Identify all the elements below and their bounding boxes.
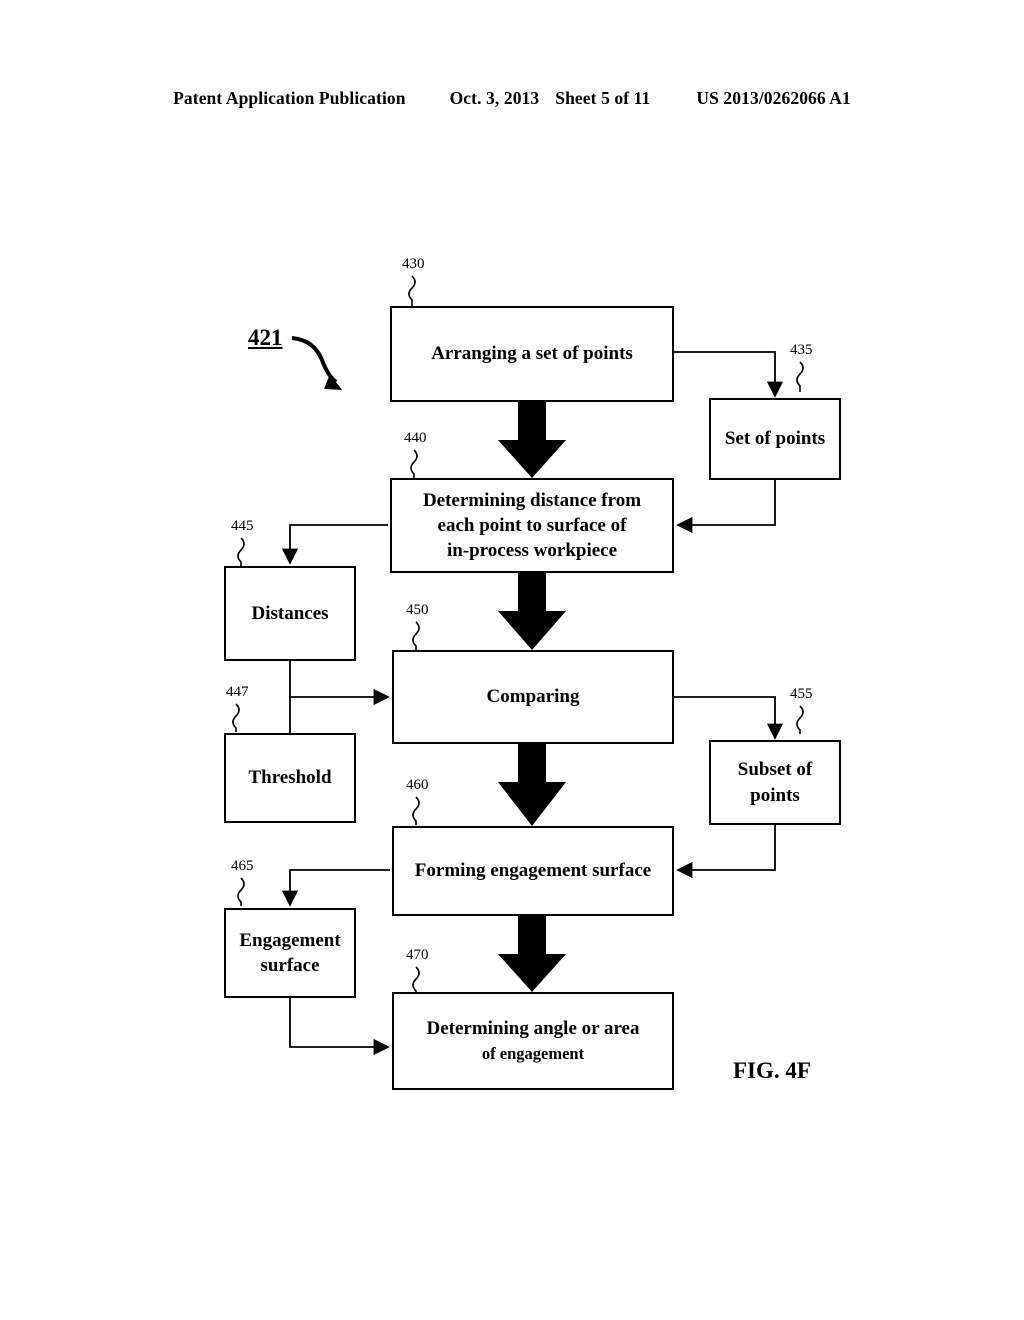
node-label: Engagement surface — [239, 928, 340, 979]
ref-455: 455 — [790, 686, 813, 702]
ref-450: 450 — [406, 602, 429, 618]
ref-421: 421 — [248, 325, 283, 350]
node-label-line2: of engagement — [481, 1044, 585, 1063]
node-label: Arranging a set of points — [431, 343, 633, 365]
node-label-line1: Determining angle or area — [426, 1017, 640, 1039]
ref-445: 445 — [231, 518, 254, 534]
flowchart-diagram: 421 430 435 440 445 450 447 455 460 465 … — [0, 0, 1024, 1320]
node-comparing: Comparing — [392, 650, 674, 744]
node-label: Forming engagement surface — [414, 860, 652, 882]
node-label-line1: Determining distance from — [422, 489, 642, 511]
node-label-line2: points — [750, 784, 800, 806]
node-label: Determining distance from each point to … — [423, 488, 641, 564]
node-label: Determining angle or area of engagement — [426, 1016, 639, 1067]
node-label: Comparing — [486, 686, 580, 708]
ref-460: 460 — [406, 777, 429, 793]
node-label-line2: each point to surface of — [437, 514, 627, 536]
node-forming-engagement-surface: Forming engagement surface — [392, 826, 674, 916]
node-distances: Distances — [224, 566, 356, 661]
ref-430: 430 — [402, 256, 425, 272]
ref-440: 440 — [404, 430, 427, 446]
node-label: Subset of points — [738, 757, 812, 808]
node-arranging-a-set-of-points: Arranging a set of points — [390, 306, 674, 402]
node-label-line1: Subset of — [737, 759, 813, 781]
node-determining-distance: Determining distance from each point to … — [390, 478, 674, 573]
node-set-of-points: Set of points — [709, 398, 841, 480]
node-label-line2: surface — [260, 955, 320, 976]
node-determining-angle-or-area: Determining angle or area of engagement — [392, 992, 674, 1090]
figure-label: FIG. 4F — [733, 1058, 811, 1083]
node-label: Threshold — [248, 767, 332, 789]
ref-465: 465 — [231, 858, 254, 874]
node-label-line3: in-process workpiece — [446, 540, 618, 562]
node-label-line1: Engagement — [239, 929, 341, 951]
node-subset-of-points: Subset of points — [709, 740, 841, 825]
node-label: Set of points — [724, 428, 826, 450]
node-threshold: Threshold — [224, 733, 356, 823]
ref-447: 447 — [226, 684, 249, 700]
ref-435: 435 — [790, 342, 813, 358]
ref-470: 470 — [406, 947, 429, 963]
node-engagement-surface: Engagement surface — [224, 908, 356, 998]
node-label: Distances — [251, 602, 329, 624]
